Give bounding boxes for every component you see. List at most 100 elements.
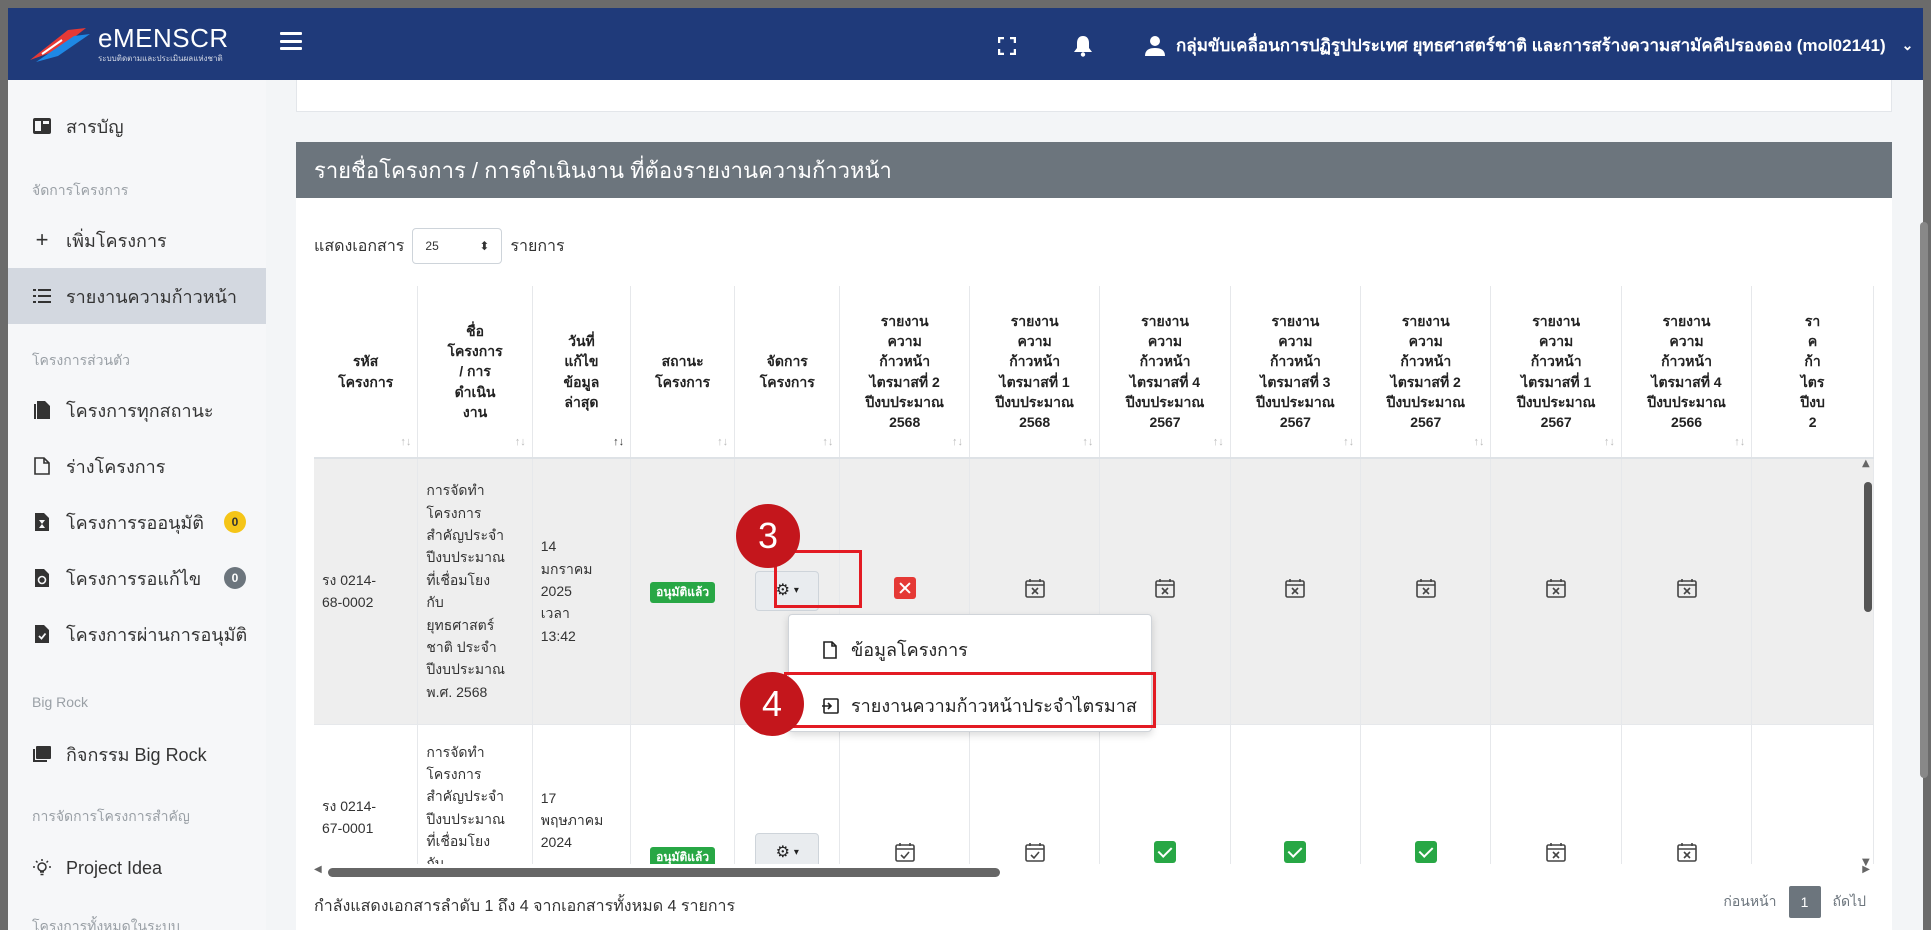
- sidebar-item-project-idea[interactable]: Project Idea: [8, 840, 266, 896]
- brand-logo-icon: [30, 28, 90, 62]
- sidebar-section-bigrock: Big Rock: [32, 694, 89, 710]
- user-icon: [1145, 35, 1165, 56]
- next-page-button[interactable]: ถัดไป: [1833, 891, 1867, 913]
- manage-gear-button[interactable]: ⚙ ▾: [755, 832, 820, 864]
- column-header[interactable]: รายงาน ความ ก้าวหน้า ไตรมาสที่ 2 ปีงบประ…: [1360, 286, 1492, 459]
- x-square-icon[interactable]: [893, 577, 916, 600]
- sort-icon: ↑↓: [1734, 436, 1746, 449]
- fullscreen-icon[interactable]: [998, 37, 1016, 55]
- calendar-x-icon[interactable]: [1676, 842, 1698, 865]
- project-list-card: รายชื่อโครงการ / การดำเนินงาน ที่ต้องราย…: [296, 142, 1892, 930]
- user-menu[interactable]: กลุ่มขับเคลื่อนการปฏิรูปประเทศ ยุทธศาสตร…: [1144, 32, 1913, 59]
- page-length-select[interactable]: 25 ⬍: [412, 228, 503, 264]
- file-stack-icon: [32, 400, 52, 420]
- brand-subtitle: ระบบติดตามและประเมินผลแห่งชาติ: [98, 54, 223, 63]
- report-cell[interactable]: [969, 724, 1101, 865]
- pagination: ก่อนหน้า 1 ถัดไป: [1723, 886, 1866, 918]
- column-header[interactable]: รายงาน ความ ก้าวหน้า ไตรมาสที่ 2 ปีงบประ…: [839, 286, 970, 459]
- file-refresh-icon: [32, 568, 52, 588]
- check-square-icon[interactable]: [1154, 840, 1177, 863]
- brand[interactable]: eMENSCR ระบบติดตามและประเมินผลแห่งชาติ: [8, 8, 266, 80]
- table-vertical-scrollbar[interactable]: ▲ ▼: [1862, 458, 1874, 868]
- table-header-row: รหัส โครงการ ↑↓ ชื่อ โครงการ / การ ดำเนิน…: [314, 286, 1874, 459]
- calendar-x-icon[interactable]: [1676, 579, 1698, 602]
- check-square-icon[interactable]: [1414, 840, 1437, 863]
- report-cell[interactable]: [1621, 724, 1753, 865]
- sidebar-item-dashboard[interactable]: สารบัญ: [8, 98, 266, 154]
- calendar-x-icon[interactable]: [1545, 842, 1567, 865]
- gear-icon: ⚙: [775, 843, 790, 861]
- header-label: รายงาน ความ ก้าวหน้า ไตรมาสที่ 3 ปีงบประ…: [1256, 312, 1335, 431]
- report-cell[interactable]: [1230, 724, 1362, 864]
- column-header[interactable]: วันที่ แก้ไข ข้อมูล ล่าสุด ↑↓: [532, 286, 632, 459]
- sidebar-item-all-status[interactable]: โครงการทุกสถานะ: [8, 382, 266, 438]
- calendar-x-icon[interactable]: [1415, 579, 1437, 602]
- menu-item-quarterly-report[interactable]: รายงานความก้าวหน้าประจำไตรมาส: [821, 691, 1137, 720]
- table-container[interactable]: รหัส โครงการ ↑↓ ชื่อ โครงการ / การ ดำเนิน…: [314, 286, 1874, 864]
- sidebar-item-draft[interactable]: ร่างโครงการ: [8, 438, 266, 494]
- calendar-x-icon[interactable]: [1284, 579, 1306, 602]
- header-label: รายงาน ความ ก้าวหน้า ไตรมาสที่ 2 ปีงบประ…: [865, 312, 944, 431]
- calendar-x-icon[interactable]: [1154, 579, 1176, 602]
- column-header[interactable]: ชื่อ โครงการ / การ ดำเนิน งาน ↑↓: [417, 286, 533, 459]
- column-header[interactable]: รา ค ก้า ไตร ปีงบ 2: [1751, 286, 1874, 459]
- column-header[interactable]: รายงาน ความ ก้าวหน้า ไตรมาสที่ 4 ปีงบประ…: [1099, 286, 1231, 459]
- caret-down-icon: ▾: [793, 846, 799, 858]
- sidebar-item-bigrock-activity[interactable]: กิจกรรม Big Rock: [8, 726, 266, 782]
- column-header[interactable]: รายงาน ความ ก้าวหน้า ไตรมาสที่ 1 ปีงบประ…: [1490, 286, 1622, 459]
- menu-item-label: รายงานความก้าวหน้าประจำไตรมาส: [851, 696, 1137, 716]
- report-cell[interactable]: [1360, 458, 1492, 725]
- report-cell[interactable]: [1490, 458, 1622, 725]
- calendar-check-icon[interactable]: [894, 842, 916, 865]
- column-header[interactable]: รายงาน ความ ก้าวหน้า ไตรมาสที่ 4 ปีงบประ…: [1621, 286, 1753, 459]
- sort-icon: ↑↓: [1343, 436, 1355, 449]
- column-header[interactable]: รายงาน ความ ก้าวหน้า ไตรมาสที่ 1 ปีงบประ…: [969, 286, 1101, 459]
- report-cell[interactable]: [1230, 458, 1362, 725]
- column-header[interactable]: รายงาน ความ ก้าวหน้า ไตรมาสที่ 3 ปีงบประ…: [1230, 286, 1362, 459]
- bell-icon[interactable]: [1072, 35, 1094, 57]
- report-cell[interactable]: [1099, 724, 1231, 864]
- sidebar-item-label: โครงการรออนุมัติ: [66, 512, 204, 533]
- status-cell: อนุมัติแล้ว: [630, 724, 736, 864]
- horizontal-scrollbar[interactable]: ◀ ▶: [314, 864, 1874, 880]
- sidebar-item-approved[interactable]: โครงการผ่านการอนุมัติ: [8, 606, 266, 662]
- scroll-up-icon[interactable]: ▲: [1862, 458, 1870, 469]
- last-updated: 14 มกราคม 2025 เวลา 13:42: [532, 458, 632, 725]
- report-cell[interactable]: [1490, 724, 1622, 865]
- check-square-icon[interactable]: [1284, 840, 1307, 863]
- sidebar-item-add-project[interactable]: + เพิ่มโครงการ: [8, 212, 266, 268]
- menu-item-project-info[interactable]: ข้อมูลโครงการ: [821, 635, 968, 664]
- scrollbar-thumb[interactable]: [328, 868, 1000, 877]
- lightbulb-icon: [32, 858, 52, 878]
- menu-icon[interactable]: [280, 32, 302, 50]
- sidebar-item-progress-report[interactable]: รายงานความก้าวหน้า: [8, 268, 266, 324]
- project-name: การจัดทำ โครงการ สำคัญประจำ ปีงบประมาณ ท…: [417, 458, 533, 725]
- scroll-down-icon[interactable]: ▼: [1862, 857, 1870, 868]
- sidebar-section-all: โครงการทั้งหมดในระบบ: [32, 918, 180, 930]
- manage-gear-button[interactable]: ⚙ ▾: [755, 571, 820, 612]
- column-header[interactable]: สถานะ โครงการ ↑↓: [630, 286, 736, 459]
- report-cell[interactable]: [1360, 724, 1492, 864]
- file-hourglass-icon: [32, 512, 52, 532]
- collection-icon: [32, 744, 52, 764]
- prev-page-button[interactable]: ก่อนหน้า: [1723, 891, 1776, 913]
- column-header[interactable]: รหัส โครงการ ↑↓: [314, 286, 419, 459]
- last-updated: 17 พฤษภาคม 2024: [532, 724, 632, 864]
- scrollbar-thumb[interactable]: [1864, 482, 1872, 612]
- brand-name: eMENSCR: [98, 23, 229, 53]
- sidebar-item-pending-edit[interactable]: โครงการรอแก้ไข 0: [8, 550, 266, 606]
- step-marker-4: 4: [740, 672, 804, 736]
- page-scrollbar[interactable]: [1920, 222, 1928, 778]
- sidebar-item-pending-approval[interactable]: โครงการรออนุมัติ 0: [8, 494, 266, 550]
- calendar-x-icon[interactable]: [1024, 579, 1046, 602]
- show-label: แสดงเอกสาร: [314, 237, 405, 255]
- calendar-check-icon[interactable]: [1024, 842, 1046, 865]
- scroll-left-icon[interactable]: ◀: [314, 864, 322, 875]
- top-navbar: eMENSCR ระบบติดตามและประเมินผลแห่งชาติ ก…: [8, 8, 1923, 80]
- calendar-x-icon[interactable]: [1545, 579, 1567, 602]
- sidebar-item-label: Project Idea: [66, 857, 163, 878]
- page-button-1[interactable]: 1: [1788, 886, 1821, 918]
- column-header[interactable]: จัดการ โครงการ ↑↓: [734, 286, 841, 459]
- report-cell[interactable]: [839, 724, 970, 865]
- report-cell[interactable]: [1621, 458, 1753, 725]
